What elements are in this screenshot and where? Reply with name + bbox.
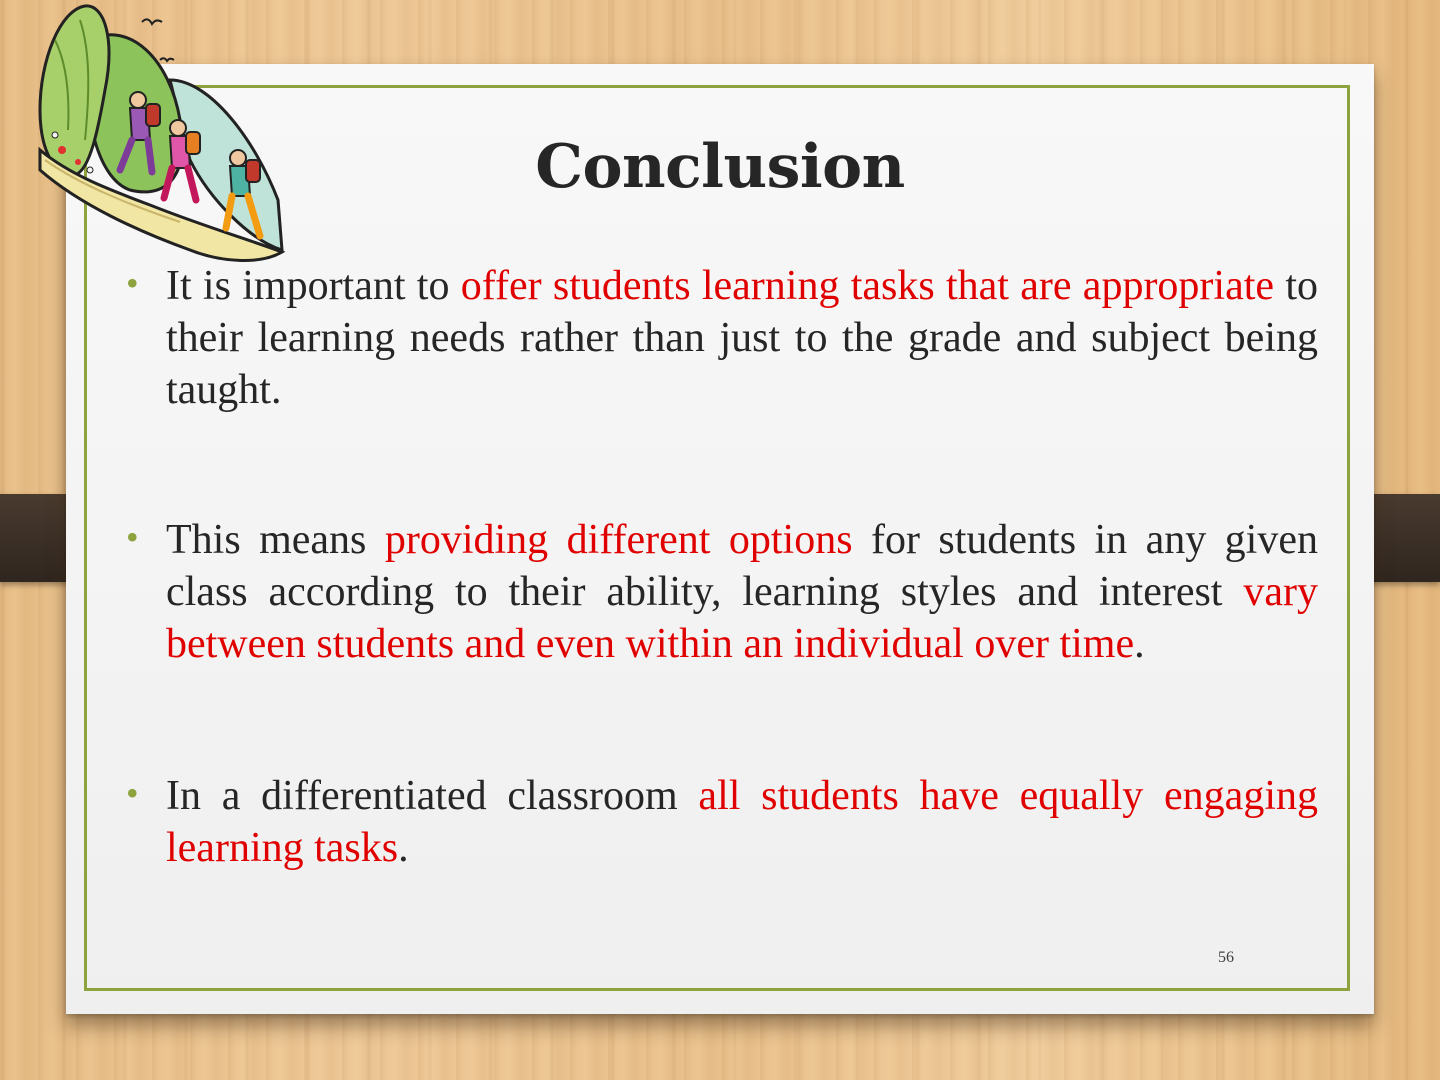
slide-number: 56 bbox=[1218, 949, 1234, 966]
bullet-text: In a differentiated classroom bbox=[166, 773, 699, 819]
bullet-highlight-text: offer students learning tasks that are a… bbox=[460, 263, 1275, 309]
bullet-item: • It is important to offer students lear… bbox=[126, 260, 1318, 416]
bullet-marker-icon: • bbox=[126, 517, 139, 557]
hikers-on-mountain-path-icon bbox=[38, 4, 286, 262]
bullet-text: This means bbox=[166, 517, 385, 563]
bullet-item: • This means providing different options… bbox=[126, 514, 1318, 670]
bullet-item: • In a differentiated classroom all stud… bbox=[126, 770, 1318, 874]
bullet-text: . bbox=[1134, 621, 1145, 667]
bullet-highlight-text: providing different options bbox=[384, 517, 853, 563]
bullet-marker-icon: • bbox=[126, 773, 139, 813]
bullet-list: • It is important to offer students lear… bbox=[126, 260, 1318, 874]
bullet-text: . bbox=[398, 825, 409, 871]
